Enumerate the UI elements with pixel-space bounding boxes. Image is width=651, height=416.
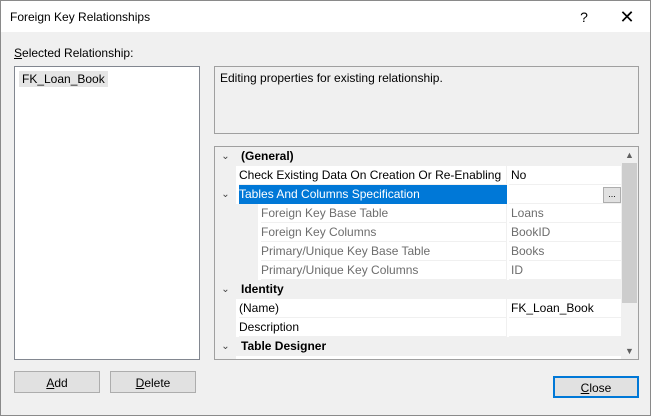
close-window-button[interactable]: ✕ — [614, 5, 640, 29]
property-name: Primary/Unique Key Base Table — [261, 242, 507, 261]
category-label: Identity — [241, 282, 284, 296]
help-button[interactable]: ? — [572, 5, 596, 29]
property-value: BookID — [509, 223, 621, 242]
dialog-window: Foreign Key Relationships ? ✕ Selected R… — [0, 0, 651, 416]
property-row-selected[interactable]: ⌄ Tables And Columns Specification ... — [215, 185, 621, 204]
property-row[interactable]: Description — [215, 318, 621, 337]
chevron-down-icon[interactable]: ⌄ — [215, 185, 236, 204]
chevron-down-icon[interactable]: ⌄ — [215, 337, 236, 356]
property-value: ID — [509, 261, 621, 280]
property-value: Loans — [509, 204, 621, 223]
property-row[interactable]: (Name) FK_Loan_Book — [215, 299, 621, 318]
property-name: (Name) — [239, 299, 507, 318]
add-button[interactable]: Add — [14, 371, 100, 393]
description-panel: Editing properties for existing relation… — [214, 66, 639, 134]
window-title: Foreign Key Relationships — [10, 10, 151, 24]
property-grid[interactable]: ⌄ (General) Check Existing Data On Creat… — [214, 146, 639, 360]
property-row[interactable]: Foreign Key Columns BookID — [215, 223, 621, 242]
category-general[interactable]: ⌄ (General) — [215, 147, 621, 166]
relationship-list[interactable]: FK_Loan_Book — [14, 66, 200, 360]
scroll-down-arrow-icon[interactable]: ▼ — [621, 343, 638, 359]
scroll-up-arrow-icon[interactable]: ▲ — [621, 147, 638, 163]
delete-button[interactable]: Delete — [110, 371, 196, 393]
ellipsis-button[interactable]: ... — [603, 187, 621, 203]
property-name: Tables And Columns Specification — [239, 185, 507, 204]
property-row[interactable]: Check Existing Data On Creation Or Re-En… — [215, 166, 621, 185]
property-value: Books — [509, 242, 621, 261]
property-row[interactable]: Primary/Unique Key Columns ID — [215, 261, 621, 280]
property-name: Check Existing Data On Creation Or Re-En… — [239, 166, 507, 185]
list-item[interactable]: FK_Loan_Book — [19, 71, 108, 87]
property-name: Foreign Key Columns — [261, 223, 507, 242]
close-button[interactable]: Close — [553, 376, 639, 398]
vertical-scrollbar[interactable]: ▲ ▼ — [621, 147, 638, 359]
description-text: Editing properties for existing relation… — [220, 71, 443, 85]
selected-relationship-label: Selected Relationship: — [14, 46, 134, 60]
property-row[interactable]: Foreign Key Base Table Loans — [215, 204, 621, 223]
title-bar: Foreign Key Relationships ? ✕ — [1, 1, 650, 32]
category-label: Table Designer — [241, 339, 327, 353]
category-table-designer[interactable]: ⌄ Table Designer — [215, 337, 621, 356]
category-label: (General) — [241, 149, 294, 163]
category-identity[interactable]: ⌄ Identity — [215, 280, 621, 299]
scroll-thumb[interactable] — [622, 163, 637, 303]
property-value[interactable]: FK_Loan_Book — [509, 299, 621, 318]
property-name: Foreign Key Base Table — [261, 204, 507, 223]
property-value[interactable]: No — [509, 166, 621, 185]
property-row[interactable]: Primary/Unique Key Base Table Books — [215, 242, 621, 261]
property-name: Description — [239, 318, 507, 337]
chevron-down-icon[interactable]: ⌄ — [215, 280, 236, 299]
property-value[interactable] — [509, 318, 621, 337]
chevron-down-icon[interactable]: ⌄ — [215, 147, 236, 166]
property-name: Primary/Unique Key Columns — [261, 261, 507, 280]
